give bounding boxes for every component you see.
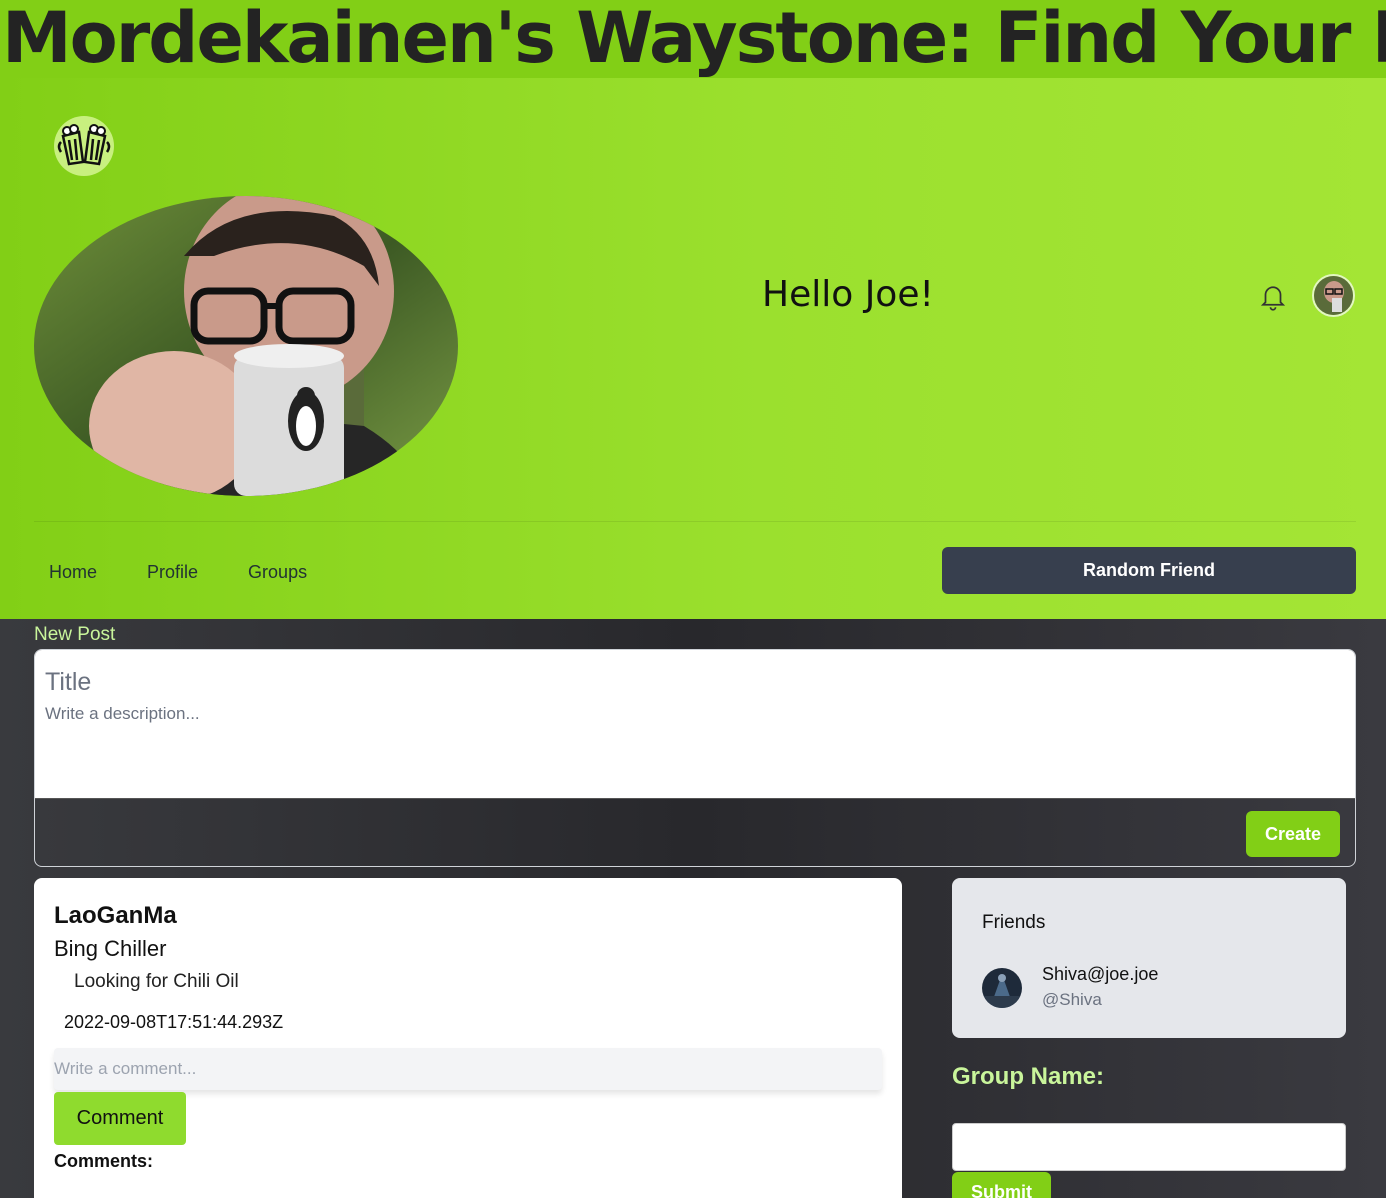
create-button[interactable]: Create	[1246, 811, 1340, 857]
page-title: Mordekainen's Waystone: Find Your Party	[0, 0, 1386, 78]
friends-card: Friends Shiva@joe.joe @Shiva	[952, 878, 1346, 1038]
group-name-input[interactable]	[952, 1123, 1346, 1171]
post-date: 2022-09-08T17:51:44.293Z	[64, 1012, 284, 1032]
comment-button[interactable]: Comment	[54, 1092, 186, 1145]
header: Hello Joe! Home Profile Groups Random Fr…	[0, 78, 1386, 619]
comments-label: Comments:	[54, 1151, 154, 1171]
nav-home[interactable]: Home	[34, 561, 112, 583]
main-nav: Home Profile Groups	[34, 561, 342, 583]
comment-input[interactable]	[54, 1048, 882, 1090]
user-avatar[interactable]	[1312, 274, 1355, 317]
nav-profile[interactable]: Profile	[132, 561, 213, 583]
header-divider	[34, 521, 1356, 522]
post-description-input[interactable]	[45, 704, 1345, 794]
friend-name[interactable]: Shiva@joe.joe	[1042, 964, 1158, 985]
post-description: Looking for Chili Oil	[74, 971, 239, 992]
nav-groups[interactable]: Groups	[233, 561, 322, 583]
submit-button[interactable]: Submit	[952, 1172, 1051, 1198]
post-author: LaoGanMa	[54, 902, 177, 929]
profile-photo	[34, 196, 458, 496]
group-name-label: Group Name:	[952, 1063, 1105, 1090]
greeting: Hello Joe!	[762, 274, 934, 315]
post-card: LaoGanMa Bing Chiller Looking for Chili …	[34, 878, 902, 1198]
post-title: Bing Chiller	[54, 936, 167, 961]
friends-title: Friends	[982, 912, 1046, 933]
main-content: New Post Create LaoGanMa Bing Chiller Lo…	[0, 619, 1386, 1198]
beer-mugs-icon	[57, 124, 111, 166]
friend-avatar[interactable]	[982, 968, 1022, 1008]
new-post-label: New Post	[34, 624, 116, 645]
new-post-form: Create	[34, 649, 1356, 867]
bell-icon[interactable]	[1258, 280, 1288, 312]
post-title-input[interactable]	[45, 664, 1345, 700]
new-post-fields	[35, 650, 1355, 799]
logo[interactable]	[54, 116, 114, 176]
random-friend-button[interactable]: Random Friend	[942, 547, 1356, 594]
friend-handle: @Shiva	[1042, 990, 1102, 1009]
